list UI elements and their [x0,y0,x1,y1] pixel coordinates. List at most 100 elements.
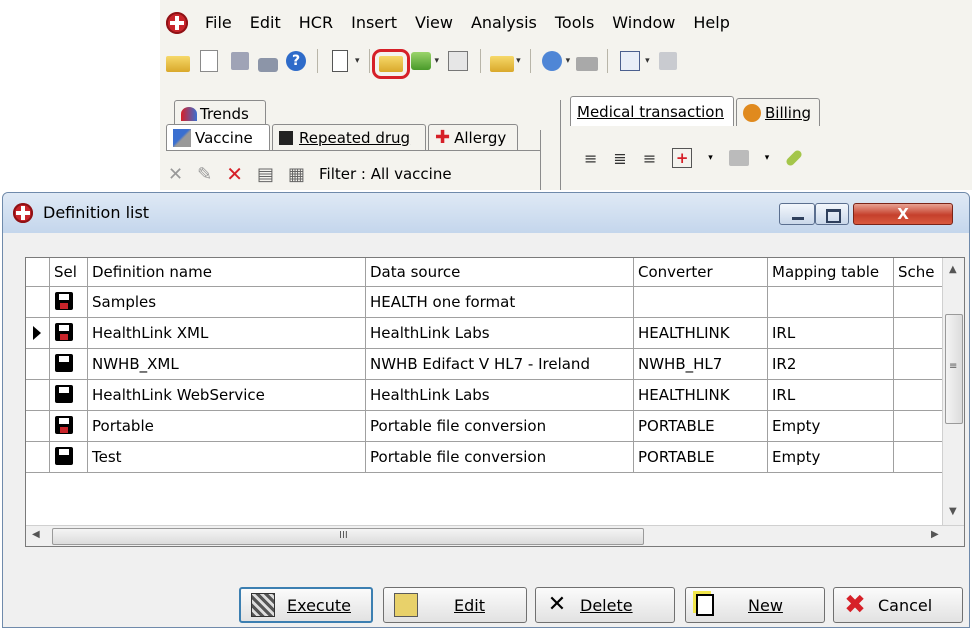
sel-cell [50,318,88,348]
tab-trends[interactable]: Trends [174,100,266,126]
scroll-up-icon[interactable]: ▲ [949,264,957,275]
schedule-cell [894,411,944,441]
column-header-sel[interactable]: Sel [50,258,88,286]
menu-tools[interactable]: Tools [546,6,603,40]
open-folder-icon[interactable] [166,56,190,72]
row-indicator [26,380,50,410]
row-indicator [26,442,50,472]
vertical-scrollbar[interactable]: ▲ ≡ ▼ [942,258,964,528]
delete-icon[interactable]: ✕ [226,162,243,186]
dialog-titlebar[interactable]: Definition list X [3,193,969,233]
mapping-table-cell: Empty [768,442,894,472]
chevron-down-icon[interactable]: ▾ [435,56,440,66]
tab-label: Vaccine [195,128,253,147]
horizontal-scrollbar[interactable]: ◀ III ▶ [26,525,964,546]
minimize-icon [792,217,804,220]
table-row[interactable]: Test Portable file conversion PORTABLE E… [26,442,944,473]
table-row[interactable]: HealthLink XML HealthLink Labs HEALTHLIN… [26,318,944,349]
document-list-icon[interactable] [332,50,348,72]
table-row[interactable]: Portable Portable file conversion PORTAB… [26,411,944,442]
tab-repeated-drug[interactable]: Repeated drug [272,124,426,150]
add-item-icon[interactable]: + [672,148,693,168]
data-source-cell: HealthLink Labs [366,318,634,348]
definition-list-folder-icon[interactable] [371,49,410,79]
edit-button[interactable]: Edit [383,587,527,623]
chevron-down-icon[interactable]: ▾ [765,153,770,163]
vaccine-toolbar: ✕ ✎ ✕ ▤ ▦ Filter : All vaccine [168,162,452,186]
delete-icon: ✕ [547,592,567,617]
scroll-down-icon[interactable]: ▼ [949,506,957,517]
menu-window[interactable]: Window [603,6,684,40]
menu-analysis[interactable]: Analysis [462,6,546,40]
scroll-right-icon[interactable]: ▶ [931,529,939,540]
maximize-button[interactable] [815,203,849,225]
new-document-icon[interactable] [200,50,218,72]
refresh-icon[interactable] [541,51,562,71]
data-source-cell: HEALTH one format [366,287,634,317]
grid-view-icon[interactable] [448,51,469,71]
column-header-data-source[interactable]: Data source [366,258,634,286]
column-header-converter[interactable]: Converter [634,258,768,286]
menu-insert[interactable]: Insert [342,6,406,40]
export-icon[interactable]: ▦ [288,164,305,185]
column-header-mapping-table[interactable]: Mapping table [768,258,894,286]
toolbar-separator [480,49,482,73]
execute-button[interactable]: Execute [239,587,373,623]
row-indicator [26,349,50,379]
dialog-title: Definition list [43,203,150,222]
chevron-down-icon[interactable]: ▾ [355,56,360,66]
horizontal-scroll-thumb[interactable]: III [52,528,644,545]
export-arrow-icon[interactable] [410,52,431,70]
maximize-icon [826,209,841,223]
scroll-left-icon[interactable]: ◀ [32,529,40,540]
menu-edit[interactable]: Edit [241,6,290,40]
converter-cell: PORTABLE [634,411,768,441]
menu-help[interactable]: Help [684,6,738,40]
sel-cell [50,287,88,317]
vaccine-edit-icon[interactable]: ✎ [197,164,212,185]
cancel-label: Cancel [878,595,933,615]
table-row[interactable]: Samples HEALTH one format [26,287,944,318]
mail-envelope-icon[interactable] [490,56,515,72]
menu-file[interactable]: File [196,6,241,40]
align-right-icon[interactable]: ≡ [643,149,656,168]
align-left-icon[interactable]: ≡ [584,149,597,168]
table-row[interactable]: HealthLink WebService HealthLink Labs HE… [26,380,944,411]
tab-allergy[interactable]: ✚ Allergy [428,124,518,150]
column-header-schedule[interactable]: Sche [894,258,944,286]
help-icon[interactable]: ? [286,51,306,71]
edit-icon [394,593,418,617]
tab-medical-transaction[interactable]: Medical transaction [570,96,734,126]
copy-disabled-icon [658,52,677,70]
menu-view[interactable]: View [406,6,462,40]
tab-vaccine[interactable]: Vaccine [166,124,270,150]
vertical-scroll-thumb[interactable]: ≡ [945,314,963,424]
vaccine-tool-icon[interactable]: ✕ [168,164,183,185]
new-button[interactable]: New [685,587,825,623]
table-row[interactable]: NWHB_XML NWHB Edifact V HL7 - Ireland NW… [26,349,944,380]
close-button[interactable]: X [853,203,953,225]
pill-icon[interactable] [785,148,804,168]
execute-icon [251,593,275,617]
scroll-grip-icon: ≡ [949,361,958,372]
printer-icon[interactable] [258,57,278,72]
chevron-down-icon[interactable]: ▾ [645,56,650,66]
cancel-button[interactable]: ✖ Cancel [833,587,963,623]
sel-cell [50,411,88,441]
tab-billing[interactable]: Billing [736,98,820,126]
chevron-down-icon[interactable]: ▾ [516,56,521,66]
pill-box-icon [279,130,293,145]
delete-button[interactable]: ✕ Delete [535,587,675,623]
menu-hcr[interactable]: HCR [290,6,342,40]
column-header-definition-name[interactable]: Definition name [88,258,366,286]
card-reader-icon[interactable] [576,57,599,71]
minimize-button[interactable] [779,203,815,225]
printer-icon[interactable]: ▤ [257,164,274,185]
table-header: Sel Definition name Data source Converte… [26,258,964,287]
align-justify-icon[interactable]: ≣ [613,149,626,168]
chevron-down-icon[interactable]: ▾ [566,56,571,66]
save-disk-icon[interactable] [231,52,249,70]
calendar-icon[interactable] [620,51,641,71]
chevron-down-icon[interactable]: ▾ [708,153,713,163]
camera-icon[interactable] [728,150,749,166]
